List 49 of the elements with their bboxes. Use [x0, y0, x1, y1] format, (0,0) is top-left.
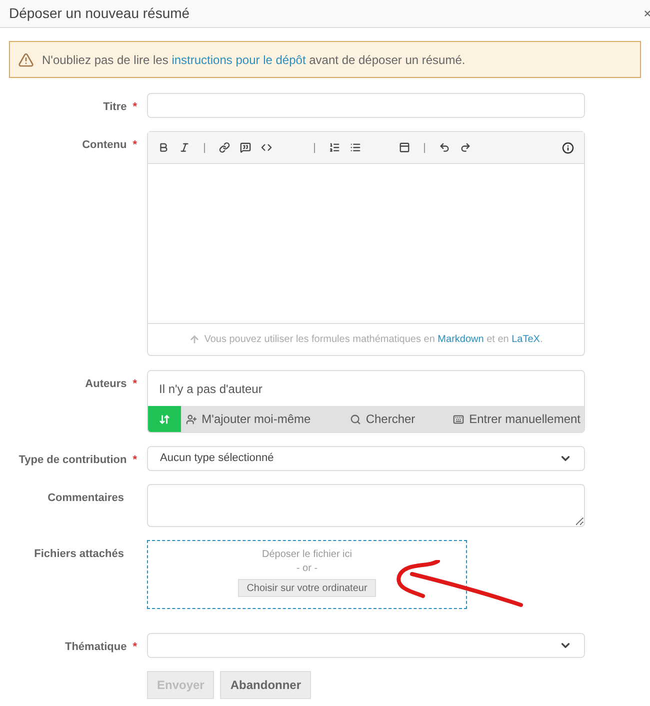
field-label: Auteurs [85, 377, 127, 392]
dropzone-or: - or - [296, 562, 318, 576]
choose-file-button[interactable]: Choisir sur votre ordinateur [238, 579, 376, 597]
code-icon[interactable] [261, 142, 272, 153]
required-mark: * [132, 640, 137, 655]
title-input[interactable] [147, 93, 585, 118]
field-label: Titre [103, 100, 127, 115]
required-mark: * [132, 453, 137, 468]
close-icon[interactable] [643, 9, 650, 18]
window-title: Déposer un nouveau résumé [9, 4, 191, 23]
select-field[interactable] [147, 633, 585, 658]
field-label: Commentaires [48, 491, 124, 506]
select-field[interactable]: Aucun type sélectionné [147, 446, 585, 471]
warning-icon [18, 52, 34, 68]
instructions-link[interactable]: instructions pour le dépôt [172, 52, 306, 66]
ordered-list-icon[interactable] [329, 142, 340, 153]
required-mark: * [132, 138, 137, 153]
bullet-list-icon[interactable] [350, 142, 361, 153]
search-icon [350, 414, 361, 424]
keyboard-icon [453, 414, 464, 424]
redo-icon[interactable] [460, 142, 471, 153]
markdown-link[interactable]: Markdown [438, 334, 484, 345]
editor-hint: Vous pouvez utiliser les formules mathématiques en Markdown et en LaTeX. [204, 333, 543, 347]
italic-icon[interactable] [179, 142, 190, 153]
undo-icon[interactable] [439, 142, 450, 153]
sort-icon [159, 414, 170, 424]
form-button[interactable]: Abandonner [220, 671, 312, 699]
info-icon[interactable] [562, 142, 574, 154]
alert-text: N'oubliez pas de lire les instructions pour le dépôt avant de déposer un résumé. [42, 52, 466, 68]
file-dropzone[interactable]: Déposer le fichier ici - or - Choisir sur votre ordinateur [147, 540, 467, 609]
bold-icon[interactable] [158, 142, 169, 153]
required-mark: * [132, 377, 137, 392]
field-label: Fichiers attachés [34, 547, 124, 562]
field-label: Thématique [64, 640, 127, 655]
empty-authors-text: Il n'y a pas d'auteur [159, 380, 262, 398]
arrow-up-icon [189, 334, 200, 345]
link-icon[interactable] [219, 142, 230, 153]
author-action-button[interactable]: Chercher [315, 406, 450, 432]
required-mark: * [132, 100, 137, 115]
field-label: Contenu [82, 138, 127, 153]
author-action-button[interactable]: M'ajouter moi-même [181, 406, 316, 432]
field-label: Type de contribution [18, 453, 127, 468]
latex-link[interactable]: LaTeX [512, 334, 540, 345]
insert-icon[interactable] [399, 142, 410, 153]
content-editor[interactable]: Vous pouvez utiliser les formules mathématiques en Markdown et en LaTeX. [147, 131, 585, 356]
add-user-icon [186, 414, 197, 424]
quote-icon[interactable] [240, 142, 251, 153]
author-action-button[interactable]: Entrer manuellement [450, 406, 584, 432]
dropzone-text: Déposer le fichier ici [262, 548, 352, 562]
